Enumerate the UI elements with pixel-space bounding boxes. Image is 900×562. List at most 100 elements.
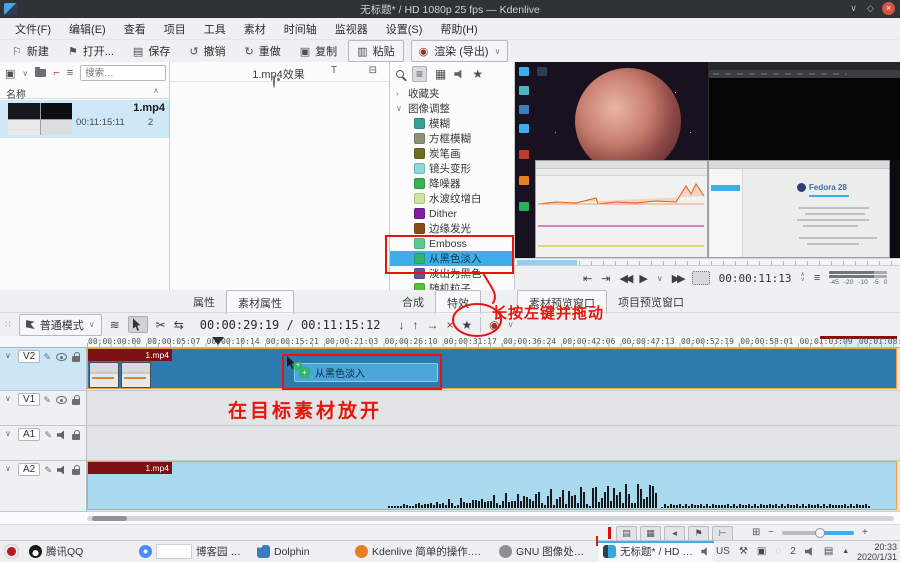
- timeline-toggle-0[interactable]: ▤: [616, 526, 637, 541]
- search-icon[interactable]: [396, 70, 404, 78]
- effect-item-7[interactable]: 边缘发光: [390, 221, 514, 236]
- delete-zone-icon[interactable]: ×: [446, 318, 453, 332]
- fx-category-adjust[interactable]: ∨图像调整: [390, 101, 514, 116]
- undo-button[interactable]: ↺撤销: [181, 40, 233, 62]
- new-button[interactable]: ⚐新建: [4, 40, 57, 62]
- hide-track-icon[interactable]: [56, 396, 67, 404]
- overwrite-zone-icon[interactable]: ↑: [412, 318, 418, 332]
- list-view-button[interactable]: ≡: [412, 66, 427, 82]
- monitor-timecode[interactable]: 00:00:11:13: [719, 272, 792, 285]
- zoom-slider-handle[interactable]: [815, 528, 825, 538]
- chevron-down-icon[interactable]: ∨: [5, 429, 11, 438]
- task-kdenlive-doc[interactable]: Kdenlive 简单的操作.md…: [350, 541, 490, 562]
- monitor-menu-icon[interactable]: ≡: [814, 272, 820, 284]
- timeline-toggle-3[interactable]: ⚑: [688, 526, 709, 541]
- video-effects-icon[interactable]: ▦: [435, 67, 446, 81]
- open-button[interactable]: ⚑打开...: [60, 40, 122, 62]
- favorite-effects-icon[interactable]: ★: [472, 67, 483, 81]
- clock[interactable]: 20:33 2020/1/31: [857, 542, 897, 562]
- timecode-spinner[interactable]: ∧∨: [800, 273, 804, 283]
- close-button[interactable]: ×: [882, 2, 895, 15]
- zone-end-icon[interactable]: ⇥: [601, 272, 610, 285]
- minimize-button[interactable]: ∨: [847, 2, 860, 15]
- zoom-fit-icon[interactable]: ⊞: [752, 527, 760, 538]
- lock-track-icon[interactable]: [72, 434, 80, 440]
- scrollbar-thumb[interactable]: [92, 516, 127, 521]
- keyboard-layout-indicator[interactable]: US: [716, 546, 730, 557]
- effects-icon[interactable]: ✎: [44, 430, 52, 441]
- effect-item-8[interactable]: Emboss: [390, 236, 514, 251]
- compositions-tab-0[interactable]: 合成: [391, 290, 435, 314]
- extract-zone-icon[interactable]: →: [426, 318, 438, 332]
- effect-item-10[interactable]: 淡出为黑色: [390, 266, 514, 281]
- lock-track-icon[interactable]: [72, 356, 80, 362]
- razor-tool-icon[interactable]: ✂: [156, 318, 166, 332]
- chevron-down-icon[interactable]: ∨: [657, 274, 663, 283]
- menu-item-1[interactable]: 编辑(E): [60, 18, 115, 40]
- menu-item-2[interactable]: 查看: [115, 18, 155, 40]
- zone-mode-button[interactable]: [692, 271, 710, 285]
- chevron-down-icon[interactable]: ∨: [5, 464, 11, 473]
- rewind-icon[interactable]: ◀◀: [619, 272, 630, 285]
- bin-search-input[interactable]: [80, 65, 166, 81]
- monitor-tab-1[interactable]: 项目预览窗口: [607, 290, 695, 314]
- properties-tab-0[interactable]: 属性: [182, 290, 226, 314]
- hide-track-icon[interactable]: [56, 353, 67, 361]
- timeline-toggle-1[interactable]: ▦: [640, 526, 661, 541]
- track-header-a1[interactable]: ∨A1✎: [0, 426, 87, 461]
- timeline-settings-icon[interactable]: ∷: [5, 319, 11, 330]
- paste-button[interactable]: ▥粘贴: [348, 40, 403, 62]
- spacer-tool-icon[interactable]: ⇆: [174, 318, 184, 332]
- menu-item-5[interactable]: 素材: [235, 18, 275, 40]
- network-tray-icon[interactable]: ◌: [775, 546, 781, 557]
- create-folder-icon[interactable]: [35, 69, 46, 77]
- menu-item-9[interactable]: 帮助(H): [431, 18, 486, 40]
- zoom-in-icon[interactable]: +: [862, 527, 868, 538]
- render-button[interactable]: ◉ 渲染 (导出) ∨: [411, 40, 509, 62]
- track-lane-v2[interactable]: 1.mp4 + + 从黑色淡入: [87, 348, 900, 391]
- task-gimp[interactable]: GNU 图像处理程序: [494, 541, 594, 562]
- favorite-effects-button[interactable]: ★: [461, 318, 472, 332]
- task-dolphin[interactable]: Dolphin: [252, 541, 344, 562]
- effect-item-2[interactable]: 炭笔画: [390, 146, 514, 161]
- add-clip-button[interactable]: ▣: [5, 67, 15, 80]
- effect-item-4[interactable]: 降噪器: [390, 176, 514, 191]
- task-chrome[interactable]: 博客园 - Chro…: [134, 541, 246, 562]
- selection-tool-button[interactable]: [128, 316, 148, 333]
- menu-item-7[interactable]: 监视器: [326, 18, 377, 40]
- monitor-zone[interactable]: [517, 260, 577, 265]
- effect-item-6[interactable]: Dither: [390, 206, 514, 221]
- redo-button[interactable]: ↻重做: [237, 40, 289, 62]
- input-method-tray-icon[interactable]: 2: [790, 546, 796, 557]
- menu-item-3[interactable]: 项目: [155, 18, 195, 40]
- bin-clip-row[interactable]: 1.mp4 00:11:15:11 2: [0, 100, 169, 138]
- maximize-button[interactable]: ◇: [864, 2, 877, 15]
- effects-icon[interactable]: ✎: [43, 395, 51, 406]
- track-header-v2[interactable]: ∨V2✎: [0, 348, 87, 391]
- audio-effects-icon[interactable]: [454, 69, 464, 79]
- tools-tray-icon[interactable]: ⚒: [739, 546, 748, 557]
- fx-category-favorites[interactable]: ›收藏夹: [390, 86, 514, 101]
- chevron-down-icon[interactable]: ∨: [5, 394, 11, 403]
- effect-item-9[interactable]: 从黑色淡入: [390, 251, 514, 266]
- zoom-slider[interactable]: [782, 531, 854, 535]
- tray-expander-icon[interactable]: ▲: [842, 548, 849, 555]
- horizontal-scrollbar[interactable]: [87, 516, 894, 521]
- video-clip-v2[interactable]: 1.mp4 + + 从黑色淡入: [87, 348, 897, 389]
- zone-start-icon[interactable]: ⇤: [583, 272, 592, 285]
- properties-tab-1[interactable]: 素材属性: [226, 290, 294, 314]
- menu-item-6[interactable]: 时间轴: [275, 18, 326, 40]
- volume-tray-icon[interactable]: [805, 547, 815, 557]
- effects-icon[interactable]: ✎: [44, 465, 52, 476]
- clipboard-tray-icon[interactable]: ▤: [824, 546, 833, 557]
- effect-item-3[interactable]: 镜头变形: [390, 161, 514, 176]
- track-lane-v1[interactable]: [87, 391, 900, 426]
- effect-item-11[interactable]: 随机粒子: [390, 281, 514, 290]
- timeline-ruler[interactable]: 00:00:00:0000:00:05:0700:00:10:1400:00:1…: [0, 336, 900, 348]
- zoom-out-icon[interactable]: −: [768, 527, 774, 538]
- play-icon[interactable]: ▶: [639, 272, 647, 285]
- task-qq[interactable]: 腾讯QQ: [24, 541, 124, 562]
- mute-track-icon[interactable]: [57, 430, 67, 440]
- monitor-zone-bar[interactable]: [515, 258, 900, 266]
- copy-button[interactable]: ▣复制: [292, 40, 345, 62]
